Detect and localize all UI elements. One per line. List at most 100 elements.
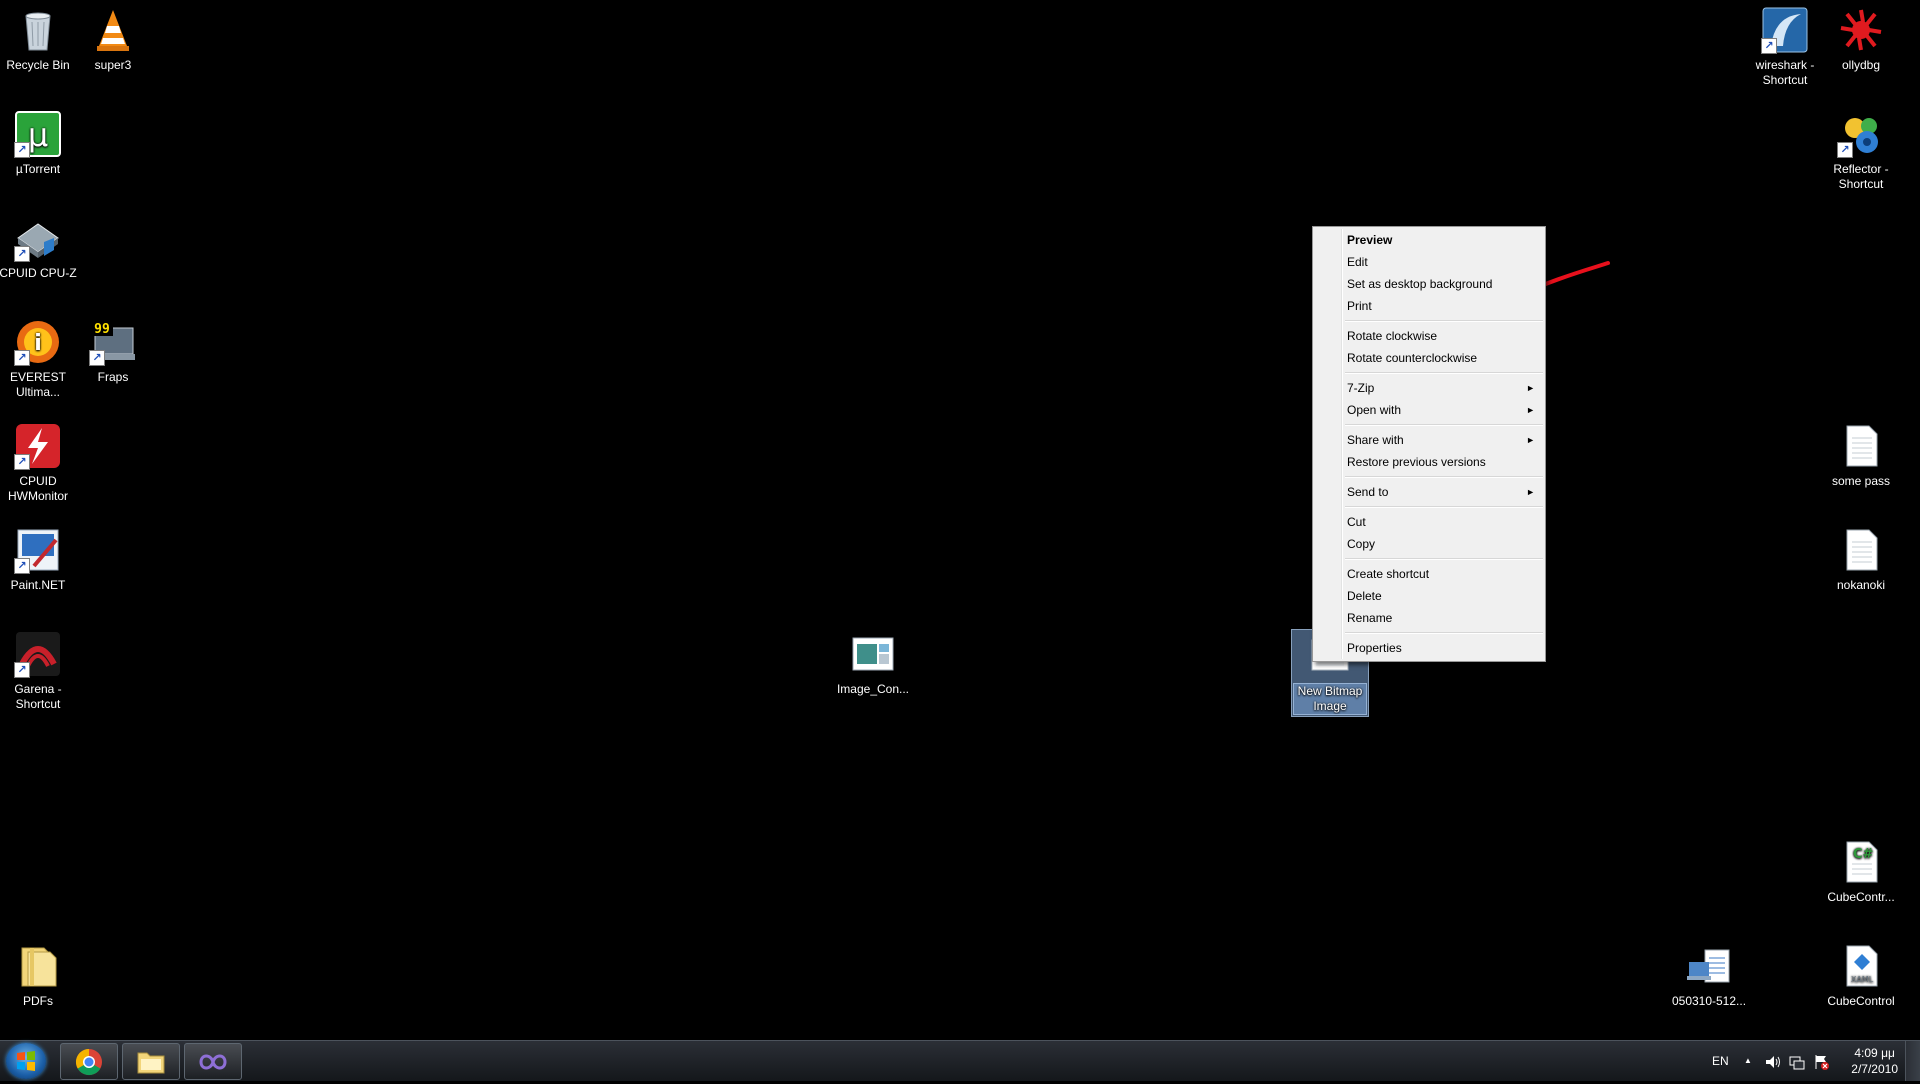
shortcut-arrow-icon: ↗: [14, 454, 30, 470]
desktop-icon-some-pass[interactable]: some pass: [1816, 422, 1906, 489]
desktop-icon-cubecontr[interactable]: C# CubeContr...: [1816, 838, 1906, 905]
desktop-icon-reflector[interactable]: ↗ Reflector - Shortcut: [1816, 110, 1906, 192]
menu-item-open-with[interactable]: Open with ►: [1313, 399, 1545, 421]
menu-item-create-shortcut[interactable]: Create shortcut: [1313, 563, 1545, 585]
menu-item-rotate-clockwise[interactable]: Rotate clockwise: [1313, 325, 1545, 347]
icon-label: CubeContr...: [1827, 890, 1895, 904]
visual-studio-icon: [199, 1054, 227, 1069]
chrome-icon: [75, 1048, 102, 1075]
menu-item-copy[interactable]: Copy: [1313, 533, 1545, 555]
menu-separator: [1345, 424, 1543, 426]
icon-label: Fraps: [97, 370, 129, 384]
menu-item-label: Copy: [1347, 537, 1376, 551]
icon-label: New Bitmap Image: [1293, 683, 1367, 715]
desktop-icon-pdfs[interactable]: PDFs: [0, 942, 83, 1009]
icon-label: 050310-512...: [1671, 994, 1747, 1008]
menu-item-label: Edit: [1347, 255, 1368, 269]
clock[interactable]: 4:09 μμ 2/7/2010: [1851, 1045, 1898, 1077]
network-icon[interactable]: [1788, 1041, 1806, 1081]
desktop-icon-paintnet[interactable]: ↗ Paint.NET: [0, 526, 83, 593]
cpuz-icon: ↗: [14, 214, 62, 262]
menu-item-label: 7-Zip: [1347, 381, 1375, 395]
language-indicator[interactable]: EN: [1712, 1041, 1729, 1081]
svg-text:C#: C#: [1853, 847, 1874, 862]
menu-item-delete[interactable]: Delete: [1313, 585, 1545, 607]
menu-item-properties[interactable]: Properties: [1313, 637, 1545, 659]
show-hidden-icons-arrow[interactable]: ▲: [1744, 1041, 1752, 1081]
menu-item-label: Open with: [1347, 403, 1402, 417]
menu-item-label: Print: [1347, 299, 1372, 313]
desktop-icon-garena[interactable]: ↗ Garena - Shortcut: [0, 630, 83, 712]
desktop-icon-cpuz[interactable]: ↗ CPUID CPU-Z: [0, 214, 83, 281]
menu-separator: [1345, 632, 1543, 634]
icon-label: Reflector - Shortcut: [1833, 162, 1889, 191]
menu-item-share-with[interactable]: Share with ►: [1313, 429, 1545, 451]
desktop-icon-fraps[interactable]: 99 ↗ Fraps: [68, 318, 158, 385]
menu-item-edit[interactable]: Edit: [1313, 251, 1545, 273]
svg-text:99: 99: [94, 322, 110, 337]
desktop-icon-super3[interactable]: super3: [68, 6, 158, 73]
clock-time: 4:09 μμ: [1854, 1046, 1895, 1060]
menu-item-label: Cut: [1347, 515, 1366, 529]
menu-item-print[interactable]: Print: [1313, 295, 1545, 317]
text-file-icon: [1837, 422, 1885, 470]
menu-item-label: Properties: [1347, 641, 1402, 655]
desktop-icon-050310[interactable]: 050310-512...: [1664, 942, 1754, 1009]
shortcut-arrow-icon: ↗: [14, 350, 30, 366]
vlc-cone-icon: [89, 6, 137, 54]
recycle-bin-icon: [14, 6, 62, 54]
folder-icon: [14, 942, 62, 990]
hwmonitor-icon: ↗: [14, 422, 62, 470]
desktop-icon-cubecontrol[interactable]: XAML CubeControl: [1816, 942, 1906, 1009]
everest-icon: i ↗: [14, 318, 62, 366]
desktop-icon-nokanoki[interactable]: nokanoki: [1816, 526, 1906, 593]
desktop-icon-hwmonitor[interactable]: ↗ CPUID HWMonitor: [0, 422, 83, 504]
icon-label: Image_Con...: [836, 682, 910, 696]
menu-item-label: Delete: [1347, 589, 1382, 603]
icon-label: CubeControl: [1827, 994, 1895, 1008]
csharp-file-icon: C#: [1837, 838, 1885, 886]
start-button[interactable]: [6, 1043, 46, 1079]
icon-label: CPUID HWMonitor: [7, 474, 68, 503]
menu-item-restore-previous-versions[interactable]: Restore previous versions: [1313, 451, 1545, 473]
shortcut-arrow-icon: ↗: [1837, 142, 1853, 158]
icon-label: Garena - Shortcut: [14, 682, 62, 711]
icon-label: Paint.NET: [10, 578, 66, 592]
menu-item-cut[interactable]: Cut: [1313, 511, 1545, 533]
desktop-icon-image-con[interactable]: Image_Con...: [828, 630, 918, 697]
garena-icon: ↗: [14, 630, 62, 678]
menu-item-label: Rotate counterclockwise: [1347, 351, 1478, 365]
menu-item-7-zip[interactable]: 7-Zip ►: [1313, 377, 1545, 399]
show-desktop-button[interactable]: [1905, 1041, 1920, 1081]
menu-item-send-to[interactable]: Send to ►: [1313, 481, 1545, 503]
icon-label: µTorrent: [15, 162, 61, 176]
shortcut-arrow-icon: ↗: [14, 558, 30, 574]
desktop-icon-ollydbg[interactable]: ollydbg: [1816, 6, 1906, 73]
icon-label: nokanoki: [1836, 578, 1886, 592]
taskbar-visual-studio-button[interactable]: [184, 1043, 242, 1080]
taskbar-explorer-button[interactable]: [122, 1043, 180, 1080]
taskbar: EN ▲ 4:09 μμ 2/7/2010: [0, 1040, 1920, 1081]
menu-item-label: Create shortcut: [1347, 567, 1430, 581]
shortcut-arrow-icon: ↗: [14, 662, 30, 678]
menu-item-label: Restore previous versions: [1347, 455, 1486, 469]
desktop[interactable]: Recycle Bin super3 µ ↗ µTorrent ↗ CPUID …: [0, 0, 1920, 1040]
menu-item-label: Rename: [1347, 611, 1393, 625]
taskbar-chrome-button[interactable]: [60, 1043, 118, 1080]
icon-label: CPUID CPU-Z: [0, 266, 77, 280]
menu-item-set-as-desktop-background[interactable]: Set as desktop background: [1313, 273, 1545, 295]
submenu-arrow-icon: ►: [1526, 383, 1535, 393]
desktop-icon-utorrent[interactable]: µ ↗ µTorrent: [0, 110, 83, 177]
icon-label: ollydbg: [1841, 58, 1881, 72]
menu-item-preview[interactable]: Preview: [1313, 229, 1545, 251]
image-file-icon: [849, 630, 897, 678]
action-center-flag-icon[interactable]: [1812, 1041, 1830, 1081]
menu-separator: [1345, 506, 1543, 508]
menu-separator: [1345, 372, 1543, 374]
ollydbg-icon: [1837, 6, 1885, 54]
menu-item-rotate-counterclockwise[interactable]: Rotate counterclockwise: [1313, 347, 1545, 369]
menu-item-label: Rotate clockwise: [1347, 329, 1438, 343]
volume-icon[interactable]: [1764, 1041, 1782, 1081]
menu-item-rename[interactable]: Rename: [1313, 607, 1545, 629]
utorrent-icon: µ ↗: [14, 110, 62, 158]
